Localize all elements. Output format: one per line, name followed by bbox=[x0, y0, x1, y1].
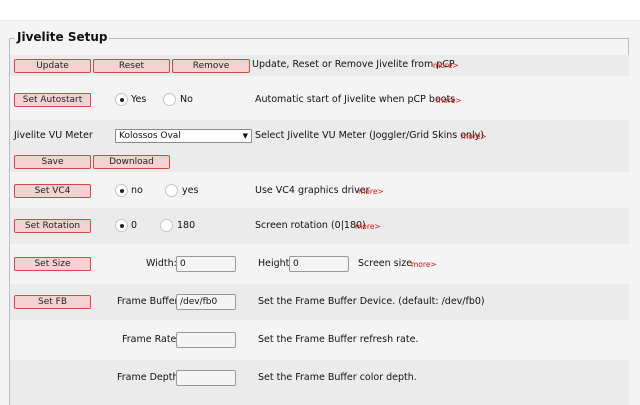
remove-button[interactable]: Remove bbox=[172, 59, 250, 73]
autostart-more-link[interactable]: more> bbox=[436, 95, 462, 107]
autostart-yes-label: Yes bbox=[131, 94, 147, 105]
rotation-more-link[interactable]: more> bbox=[355, 221, 381, 233]
download-button[interactable]: Download bbox=[93, 155, 170, 169]
set-fb-button[interactable]: Set FB bbox=[14, 295, 91, 309]
autostart-yes-radio[interactable] bbox=[115, 93, 128, 106]
vu-meter-more-link[interactable]: more> bbox=[461, 131, 487, 143]
top-bar bbox=[0, 0, 640, 21]
height-label: Height: bbox=[258, 258, 293, 269]
frame-rate-input[interactable] bbox=[176, 332, 236, 348]
set-size-button[interactable]: Set Size bbox=[14, 257, 91, 271]
frame-depth-input[interactable] bbox=[176, 370, 236, 386]
vc4-row: Set VC4 no yes Use VC4 graphics driver m… bbox=[10, 172, 629, 208]
reset-button[interactable]: Reset bbox=[93, 59, 170, 73]
frame-buffer-input[interactable]: /dev/fb0 bbox=[176, 294, 236, 310]
rotation-description: Screen rotation (0|180) bbox=[255, 220, 366, 231]
section-title: Jivelite Setup bbox=[15, 30, 110, 44]
width-input[interactable]: 0 bbox=[176, 256, 236, 272]
rotation-180-label: 180 bbox=[177, 220, 196, 231]
rotation-180-radio[interactable] bbox=[160, 219, 173, 232]
vc4-description: Use VC4 graphics driver bbox=[255, 185, 370, 196]
update-more-link[interactable]: more> bbox=[433, 60, 459, 72]
vu-meter-select[interactable]: Kolossos Oval ▼ bbox=[115, 129, 252, 143]
set-vc4-button[interactable]: Set VC4 bbox=[14, 184, 91, 198]
vu-meter-description: Select Jivelite VU Meter (Joggler/Grid S… bbox=[255, 130, 485, 141]
size-description: Screen size bbox=[358, 258, 413, 269]
vc4-no-radio[interactable] bbox=[115, 184, 128, 197]
frame-buffer-row: Set FB Frame Buffer: /dev/fb0 Set the Fr… bbox=[10, 284, 629, 320]
size-more-link[interactable]: more> bbox=[411, 259, 437, 271]
autostart-no-radio[interactable] bbox=[163, 93, 176, 106]
height-input[interactable]: 0 bbox=[289, 256, 349, 272]
chevron-down-icon: ▼ bbox=[242, 132, 248, 140]
rotation-0-radio[interactable] bbox=[115, 219, 128, 232]
autostart-row: Set Autostart Yes No Automatic start of … bbox=[10, 76, 629, 120]
vu-meter-selected-value: Kolossos Oval bbox=[119, 131, 181, 141]
frame-buffer-label: Frame Buffer: bbox=[117, 296, 182, 307]
set-rotation-button[interactable]: Set Rotation bbox=[14, 219, 91, 233]
update-button[interactable]: Update bbox=[14, 59, 91, 73]
set-autostart-button[interactable]: Set Autostart bbox=[14, 93, 91, 107]
autostart-description: Automatic start of Jivelite when pCP boo… bbox=[255, 94, 456, 105]
update-row: Update Reset Remove Update, Reset or Rem… bbox=[10, 55, 629, 76]
autostart-no-label: No bbox=[180, 94, 193, 105]
frame-rate-row: Frame Rate: Set the Frame Buffer refresh… bbox=[10, 320, 629, 360]
vc4-no-label: no bbox=[131, 185, 143, 196]
vc4-more-link[interactable]: more> bbox=[358, 186, 384, 198]
frame-depth-label: Frame Depth: bbox=[117, 372, 182, 383]
frame-depth-row: Frame Depth: Set the Frame Buffer color … bbox=[10, 360, 629, 405]
frame-depth-description: Set the Frame Buffer color depth. bbox=[258, 372, 417, 383]
update-description: Update, Reset or Remove Jivelite from pC… bbox=[252, 59, 455, 70]
save-button[interactable]: Save bbox=[14, 155, 91, 169]
width-label: Width: bbox=[146, 258, 177, 269]
size-row: Set Size Width: 0 Height: 0 Screen size … bbox=[10, 244, 629, 284]
frame-rate-description: Set the Frame Buffer refresh rate. bbox=[258, 334, 419, 345]
vc4-yes-radio[interactable] bbox=[165, 184, 178, 197]
rotation-0-label: 0 bbox=[131, 220, 138, 231]
rotation-row: Set Rotation 0 180 Screen rotation (0|18… bbox=[10, 208, 629, 244]
save-download-row: Save Download bbox=[10, 152, 629, 172]
frame-rate-label: Frame Rate: bbox=[122, 334, 180, 345]
vu-meter-label: Jivelite VU Meter bbox=[14, 130, 93, 141]
vc4-yes-label: yes bbox=[182, 185, 199, 196]
vu-meter-row: Jivelite VU Meter Kolossos Oval ▼ Select… bbox=[10, 120, 629, 152]
frame-buffer-description: Set the Frame Buffer Device. (default: /… bbox=[258, 296, 485, 307]
